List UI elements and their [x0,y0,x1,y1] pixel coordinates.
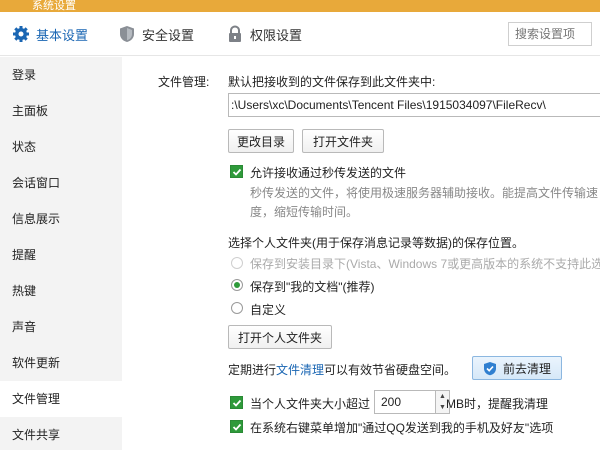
allow-fast-transfer-label: 允许接收通过秒传发送的文件 [250,166,407,180]
file-cleanup-link[interactable]: 文件清理 [276,363,324,377]
check-icon [232,423,241,431]
tab-permission-settings[interactable]: 权限设置 [226,12,302,56]
sidebar-item-info-display[interactable]: 信息展示 [0,201,122,237]
sidebar-item-login[interactable]: 登录 [0,57,122,93]
cleanup-suffix: 可以有效节省硬盘空间。 [324,363,457,377]
context-menu-label: 在系统右键菜单增加"通过QQ发送到我的手机及好友"选项 [250,421,554,435]
allow-fast-transfer-checkbox[interactable] [230,165,243,178]
radio-my-documents-label: 保存到"我的文档"(推荐) [250,280,375,294]
size-threshold-input[interactable]: 200 [374,390,436,414]
go-cleanup-label: 前去清理 [502,361,551,376]
shield-icon [483,361,496,375]
open-folder-button[interactable]: 打开文件夹 [302,129,384,153]
go-cleanup-button[interactable]: 前去清理 [472,356,562,380]
radio-install-directory [231,257,243,269]
sidebar-item-hotkeys[interactable]: 热键 [0,273,122,309]
sidebar: 登录 主面板 状态 会话窗口 信息展示 提醒 热键 声音 软件更新 文件管理 文… [0,57,122,450]
fast-transfer-description-line1: 秒传发送的文件，将使用极速服务器辅助接收。能提高文件传输速 [250,186,599,200]
radio-my-documents[interactable] [231,279,243,291]
sidebar-item-main-panel[interactable]: 主面板 [0,93,122,129]
cleanup-hint: 定期进行文件清理可以有效节省硬盘空间。 [228,361,456,378]
open-personal-folder-button[interactable]: 打开个人文件夹 [228,325,332,349]
sidebar-item-file-sharing[interactable]: 文件共享 [0,417,122,450]
fast-transfer-description-line2: 度，缩短传输时间。 [250,205,359,219]
tab-label: 安全设置 [142,27,195,43]
sidebar-item-chat-window[interactable]: 会话窗口 [0,165,122,201]
size-reminder-suffix: MB时，提醒我清理 [446,397,549,411]
cleanup-prefix: 定期进行 [228,363,277,377]
size-reminder-prefix: 当个人文件夹大小超过 [250,397,371,411]
search-input[interactable] [508,22,592,46]
sidebar-item-software-update[interactable]: 软件更新 [0,345,122,381]
sidebar-item-status[interactable]: 状态 [0,129,122,165]
download-path-field[interactable]: :\Users\xc\Documents\Tencent Files\19150… [228,93,600,117]
personal-folder-title: 选择个人文件夹(用于保存消息记录等数据)的保存位置。 [228,236,524,250]
tab-label: 基本设置 [36,27,89,43]
radio-custom[interactable] [231,302,243,314]
section-label: 文件管理: [158,75,210,89]
tab-label: 权限设置 [250,27,303,43]
check-icon [232,168,241,176]
settings-content: 文件管理: 默认把接收到的文件保存到此文件夹中: :\Users\xc\Docu… [122,57,600,450]
radio-custom-label: 自定义 [250,303,287,317]
size-reminder-checkbox[interactable] [230,396,243,409]
sidebar-item-reminders[interactable]: 提醒 [0,237,122,273]
change-directory-button[interactable]: 更改目录 [228,129,294,153]
context-menu-checkbox[interactable] [230,420,243,433]
top-tab-bar: 基本设置 安全设置 权限设置 [0,12,600,56]
title-bar: 系统设置 [0,0,600,12]
default-folder-description: 默认把接收到的文件保存到此文件夹中: [228,75,436,89]
sidebar-item-sound[interactable]: 声音 [0,309,122,345]
lock-icon [226,25,244,43]
shield-icon [118,25,136,43]
check-icon [232,399,241,407]
tab-security-settings[interactable]: 安全设置 [118,12,194,56]
gear-icon [12,25,30,43]
radio-install-directory-label: 保存到安装目录下(Vista、Windows 7或更高版本的系统不支持此选项 [250,257,600,271]
tab-basic-settings[interactable]: 基本设置 [12,12,88,56]
sidebar-item-file-management[interactable]: 文件管理 [0,381,122,417]
